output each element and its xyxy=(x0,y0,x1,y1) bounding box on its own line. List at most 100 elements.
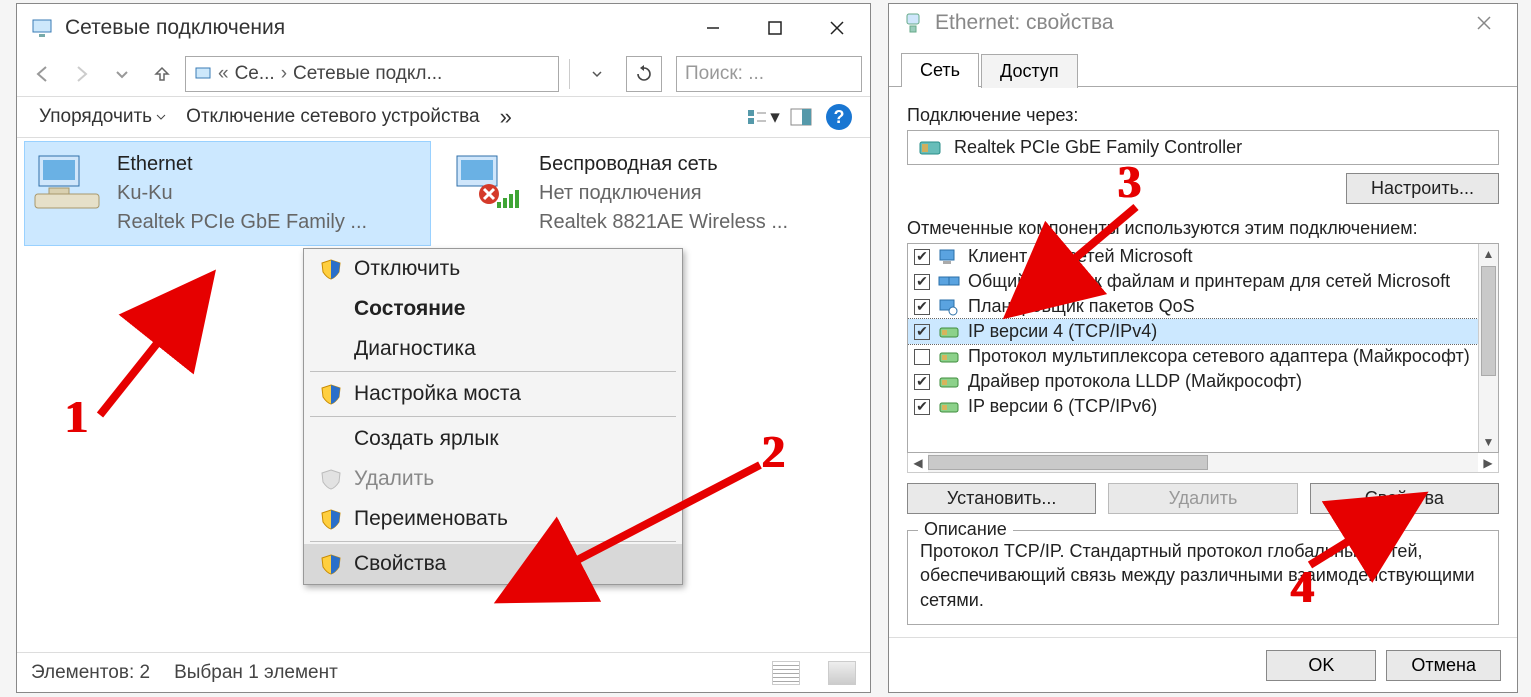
search-placeholder: Поиск: ... xyxy=(685,63,764,85)
component-item[interactable]: ✔ Клиент для сетей Microsoft xyxy=(908,244,1478,269)
install-button[interactable]: Установить... xyxy=(907,483,1096,514)
titlebar[interactable]: Ethernet: свойства xyxy=(889,4,1517,42)
tab-network[interactable]: Сеть xyxy=(901,53,979,87)
scroll-down-icon[interactable]: ▼ xyxy=(1479,432,1498,452)
forward-button[interactable] xyxy=(65,57,99,91)
component-icon xyxy=(938,323,960,341)
scroll-thumb[interactable] xyxy=(928,455,1208,470)
window-title: Ethernet: свойства xyxy=(935,11,1453,35)
window-title: Сетевые подключения xyxy=(65,16,682,40)
recent-button[interactable] xyxy=(105,57,139,91)
wifi-icon xyxy=(455,150,525,214)
component-icon xyxy=(938,248,960,266)
component-item[interactable]: Протокол мультиплексора сетевого адаптер… xyxy=(908,344,1478,369)
ctx-disable[interactable]: Отключить xyxy=(304,249,682,289)
ctx-rename[interactable]: Переименовать xyxy=(304,499,682,539)
help-button[interactable]: ? xyxy=(820,102,858,132)
component-label: Общий доступ к файлам и принтерам для се… xyxy=(968,271,1450,292)
ctx-bridge[interactable]: Настройка моста xyxy=(304,374,682,414)
separator xyxy=(310,371,676,372)
shield-icon xyxy=(320,553,342,575)
checkbox[interactable] xyxy=(914,349,930,365)
ctx-delete: Удалить xyxy=(304,459,682,499)
details-view-button[interactable] xyxy=(772,661,800,685)
scroll-up-icon[interactable]: ▲ xyxy=(1479,244,1498,264)
component-icon xyxy=(938,398,960,416)
connection-ethernet[interactable]: Ethernet Ku-Ku Realtek PCIe GbE Family .… xyxy=(25,142,430,245)
status-bar: Элементов: 2 Выбран 1 элемент xyxy=(17,652,870,692)
tabs: Сеть Доступ xyxy=(889,42,1517,87)
breadcrumb-item[interactable]: Се... xyxy=(235,63,275,85)
connections-pane[interactable]: Ethernet Ku-Ku Realtek PCIe GbE Family .… xyxy=(17,138,870,652)
remove-button: Удалить xyxy=(1108,483,1297,514)
checkbox[interactable]: ✔ xyxy=(914,299,930,315)
shield-icon xyxy=(320,508,342,530)
address-bar[interactable]: « Се... › Сетевые подкл... xyxy=(185,56,559,92)
close-button[interactable] xyxy=(1453,4,1515,42)
component-label: Драйвер протокола LLDP (Майкрософт) xyxy=(968,371,1302,392)
component-item[interactable]: ✔ IP версии 4 (TCP/IPv4) xyxy=(908,319,1478,344)
connection-device: Realtek 8821AE Wireless ... xyxy=(539,208,788,237)
ctx-create-shortcut[interactable]: Создать ярлык xyxy=(304,419,682,459)
configure-button[interactable]: Настроить... xyxy=(1346,173,1499,204)
component-icon xyxy=(938,298,960,316)
ctx-status[interactable]: Состояние xyxy=(304,289,682,329)
scroll-right-icon[interactable]: ▶ xyxy=(1478,453,1498,472)
component-item[interactable]: ✔Планировщик пакетов QoS xyxy=(908,294,1478,319)
scroll-thumb[interactable] xyxy=(1481,266,1496,376)
checkbox[interactable]: ✔ xyxy=(914,399,930,415)
ctx-properties[interactable]: Свойства xyxy=(304,544,682,584)
close-button[interactable] xyxy=(806,9,868,47)
dropdown-history-button[interactable] xyxy=(580,57,614,91)
scroll-left-icon[interactable]: ◀ xyxy=(908,453,928,472)
more-commands-chevron[interactable]: » xyxy=(490,104,522,130)
component-item[interactable]: ✔ Драйвер протокола LLDP (Майкрософт) xyxy=(908,369,1478,394)
ethernet-properties-window: Ethernet: свойства Сеть Доступ Подключен… xyxy=(888,3,1518,693)
ok-button[interactable]: OK xyxy=(1266,650,1376,681)
component-item[interactable]: ✔IP версии 6 (TCP/IPv6) xyxy=(908,394,1478,419)
connection-wifi[interactable]: Беспроводная сеть Нет подключения Realte… xyxy=(447,142,852,245)
preview-pane-button[interactable] xyxy=(782,102,820,132)
icons-view-button[interactable] xyxy=(828,661,856,685)
component-item[interactable]: ✔ Общий доступ к файлам и принтерам для с… xyxy=(908,269,1478,294)
view-dropdown[interactable]: ▾ xyxy=(744,102,782,132)
description-title: Описание xyxy=(918,519,1013,540)
horizontal-scrollbar[interactable]: ◀ ▶ xyxy=(907,453,1499,473)
component-icon xyxy=(938,348,960,366)
cancel-button[interactable]: Отмена xyxy=(1386,650,1501,681)
command-bar: Упорядочить Отключение сетевого устройст… xyxy=(17,96,870,138)
back-button[interactable] xyxy=(25,57,59,91)
component-label: Клиент для сетей Microsoft xyxy=(968,246,1193,267)
annotation-3: 3 xyxy=(1118,155,1141,208)
connection-name: Беспроводная сеть xyxy=(539,150,788,179)
components-list[interactable]: ✔ Клиент для сетей Microsoft ✔ Общий доступ… xyxy=(907,243,1499,453)
checkbox[interactable]: ✔ xyxy=(914,324,930,340)
adapter-name: Realtek PCIe GbE Family Controller xyxy=(954,137,1242,158)
up-button[interactable] xyxy=(145,57,179,91)
components-label: Отмеченные компоненты используются этим … xyxy=(907,218,1499,239)
component-label: Протокол мультиплексора сетевого адаптер… xyxy=(968,346,1470,367)
search-input[interactable]: Поиск: ... xyxy=(676,56,862,92)
vertical-scrollbar[interactable]: ▲ ▼ xyxy=(1478,244,1498,452)
checkbox[interactable]: ✔ xyxy=(914,249,930,265)
properties-button[interactable]: Свойства xyxy=(1310,483,1499,514)
network-connections-window: Сетевые подключения « Се... › Сетевые по… xyxy=(16,3,871,693)
connection-device: Realtek PCIe GbE Family ... xyxy=(117,208,367,237)
refresh-button[interactable] xyxy=(626,56,662,92)
ctx-diagnostics[interactable]: Диагностика xyxy=(304,329,682,369)
component-label: IP версии 4 (TCP/IPv4) xyxy=(968,321,1157,342)
checkbox[interactable]: ✔ xyxy=(914,374,930,390)
disable-device-button[interactable]: Отключение сетевого устройства xyxy=(176,106,490,128)
minimize-button[interactable] xyxy=(682,9,744,47)
ethernet-icon xyxy=(33,150,103,214)
checkbox[interactable]: ✔ xyxy=(914,274,930,290)
selection-count: Выбран 1 элемент xyxy=(174,662,338,684)
dialog-footer: OK Отмена xyxy=(889,637,1517,693)
maximize-button[interactable] xyxy=(744,9,806,47)
tab-sharing[interactable]: Доступ xyxy=(981,54,1078,88)
chevron-icon: « xyxy=(218,63,229,85)
breadcrumb-item[interactable]: Сетевые подкл... xyxy=(293,63,442,85)
organize-menu[interactable]: Упорядочить xyxy=(29,106,176,128)
titlebar[interactable]: Сетевые подключения xyxy=(17,4,870,52)
separator xyxy=(569,59,570,89)
